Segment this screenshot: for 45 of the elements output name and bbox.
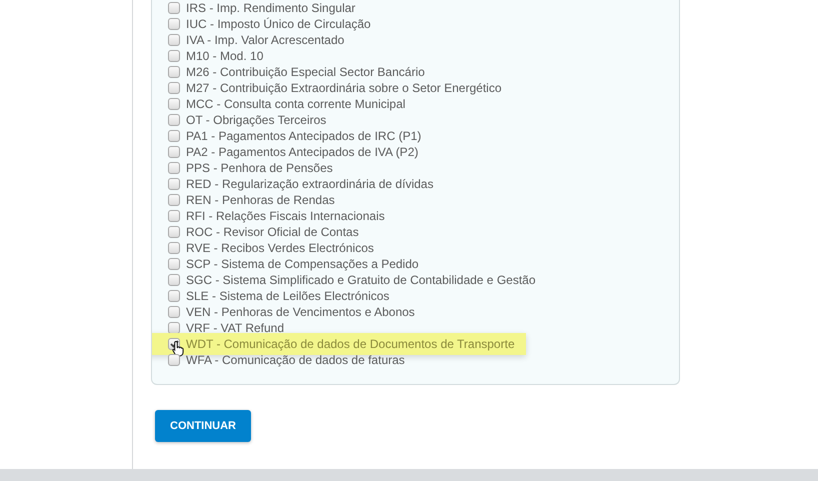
checkbox[interactable] — [168, 130, 180, 142]
checkbox[interactable] — [168, 242, 180, 254]
checkbox[interactable] — [168, 18, 180, 30]
checkbox[interactable] — [168, 66, 180, 78]
option-label[interactable]: IUC - Imposto Único de Circulação — [186, 16, 371, 32]
option-label[interactable]: RVE - Recibos Verdes Electrónicos — [186, 240, 374, 256]
checkbox[interactable] — [168, 178, 180, 190]
checkbox[interactable] — [168, 306, 180, 318]
option-label[interactable]: PPS - Penhora de Pensões — [186, 160, 333, 176]
option-label[interactable]: WFA - Comunicação de dados de faturas — [186, 352, 405, 368]
option-label[interactable]: SLE - Sistema de Leilões Electrónicos — [186, 288, 390, 304]
checkbox[interactable] — [168, 274, 180, 286]
checkbox[interactable] — [168, 114, 180, 126]
checkbox[interactable] — [168, 258, 180, 270]
option-label[interactable]: IVA - Imp. Valor Acrescentado — [186, 32, 344, 48]
checkbox[interactable] — [168, 50, 180, 62]
option-label[interactable]: RED - Regularização extraordinária de dívidas — [186, 176, 434, 192]
option-label[interactable]: M26 - Contribuição Especial Sector Bancário — [186, 64, 425, 80]
option-label[interactable]: ROC - Revisor Oficial de Contas — [186, 224, 359, 240]
checkbox[interactable] — [168, 210, 180, 222]
checkbox[interactable] — [168, 226, 180, 238]
option-label[interactable]: REN - Penhoras de Rendas — [186, 192, 335, 208]
continue-button[interactable]: CONTINUAR — [155, 410, 251, 442]
option-label[interactable]: SGC - Sistema Simplificado e Gratuito de Contabilidade e Gestão — [186, 272, 536, 288]
checkbox[interactable] — [168, 146, 180, 158]
option-label[interactable]: M10 - Mod. 10 — [186, 48, 264, 64]
checkbox[interactable] — [168, 194, 180, 206]
option-label[interactable]: IRS - Imp. Rendimento Singular — [186, 0, 356, 16]
option-label[interactable]: M27 - Contribuição Extraordinária sobre o Setor Energético — [186, 80, 502, 96]
option-label[interactable]: RFI - Relações Fiscais Internacionais — [186, 208, 385, 224]
checkbox[interactable] — [168, 354, 180, 366]
option-label[interactable]: OT - Obrigações Terceiros — [186, 112, 326, 128]
checkbox[interactable] — [168, 162, 180, 174]
checkbox[interactable] — [168, 2, 180, 14]
checkbox[interactable] — [168, 82, 180, 94]
option-label[interactable]: VEN - Penhoras de Vencimentos e Abonos — [186, 304, 415, 320]
option-label[interactable]: VRF - VAT Refund — [186, 320, 284, 336]
checkbox[interactable] — [168, 98, 180, 110]
option-label[interactable]: SCP - Sistema de Compensações a Pedido — [186, 256, 419, 272]
option-label[interactable]: PA2 - Pagamentos Antecipados de IVA (P2) — [186, 144, 418, 160]
checkbox[interactable] — [168, 290, 180, 302]
checkbox[interactable] — [168, 322, 180, 334]
option-label[interactable]: MCC - Consulta conta corrente Municipal — [186, 96, 406, 112]
option-label[interactable]: PA1 - Pagamentos Antecipados de IRC (P1) — [186, 128, 422, 144]
checkbox[interactable] — [168, 34, 180, 46]
